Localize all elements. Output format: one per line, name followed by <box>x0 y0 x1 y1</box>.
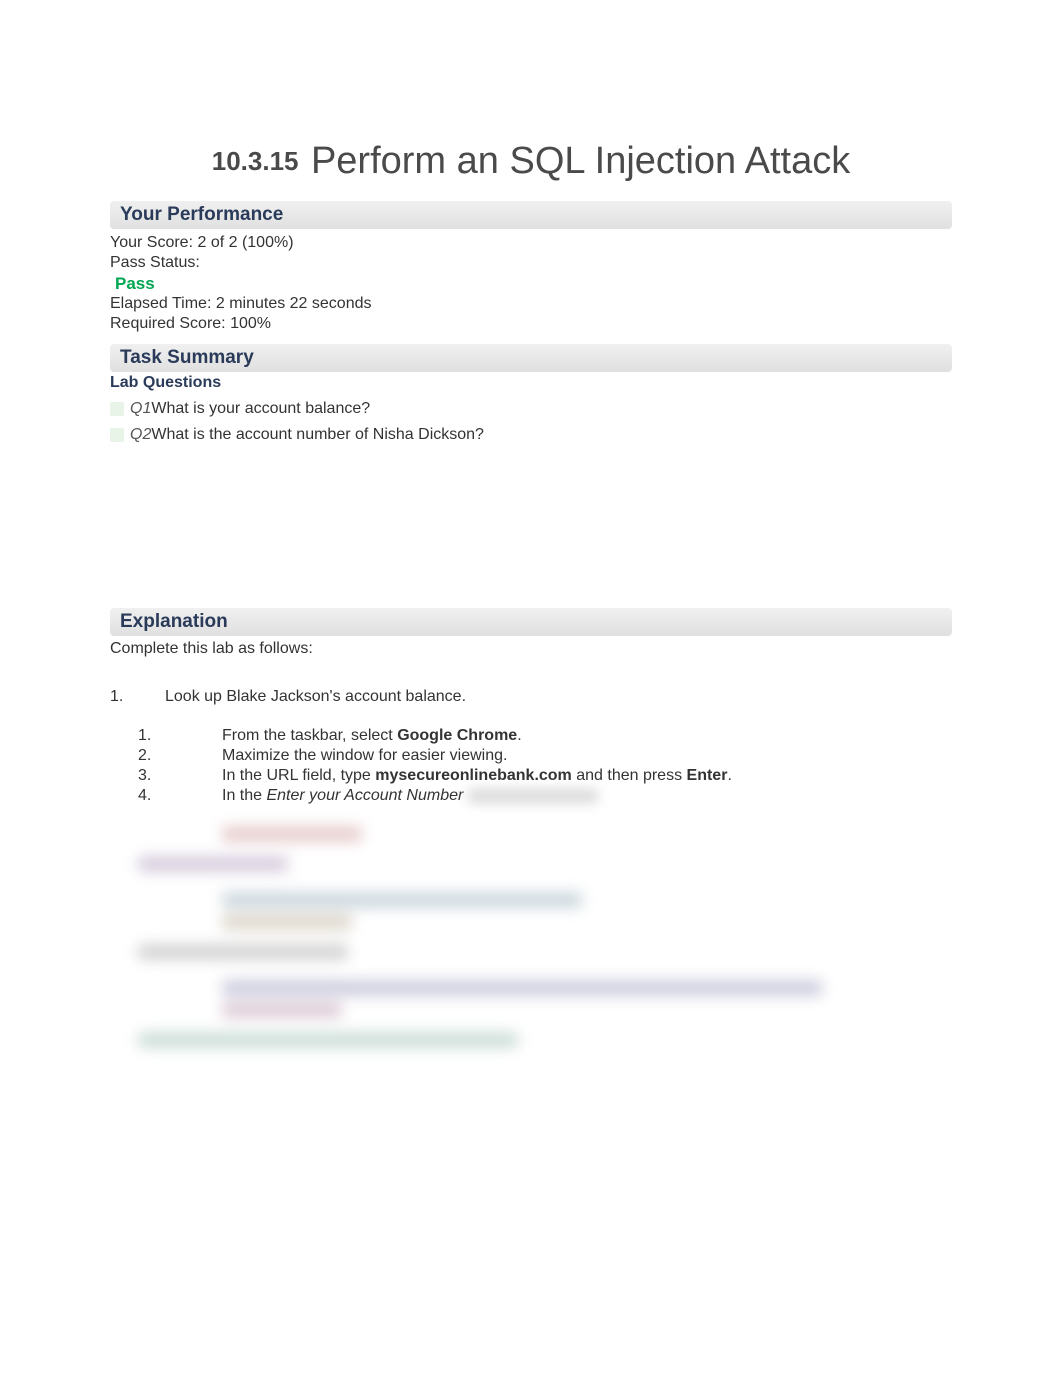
title-text: Perform an SQL Injection Attack <box>311 140 850 182</box>
score-value: 2 of 2 (100%) <box>197 234 293 251</box>
sub-steps-list: 1. From the taskbar, select Google Chrom… <box>110 726 952 806</box>
elapsed-value: 2 minutes 22 seconds <box>216 295 372 312</box>
question-text: What is the account number of Nisha Dick… <box>151 426 484 444</box>
sub-step-number: 3. <box>138 766 222 786</box>
main-step-text: Look up Blake Jackson's account balance. <box>165 688 466 706</box>
sub-step-text: From the taskbar, select Google Chrome. <box>222 726 522 746</box>
question-id: Q1 <box>130 400 151 418</box>
performance-block: Your Score: 2 of 2 (100%) Pass Status: P… <box>110 231 952 344</box>
title-number: 10.3.15 <box>212 146 299 176</box>
sub-step-number: 2. <box>138 746 222 766</box>
explanation-header: Explanation <box>110 608 952 636</box>
task-summary-header: Task Summary <box>110 344 952 372</box>
required-label: Required Score: <box>110 315 226 332</box>
elapsed-label: Elapsed Time: <box>110 295 211 312</box>
sub-step-text: In the URL field, type mysecureonlineban… <box>222 766 732 786</box>
explanation-intro: Complete this lab as follows: <box>110 640 952 658</box>
status-marker-icon <box>110 402 124 416</box>
sub-step-text: In the Enter your Account Number <box>222 786 598 806</box>
main-steps-list: 1. Look up Blake Jackson's account balan… <box>110 688 952 806</box>
lab-questions-header: Lab Questions <box>110 374 952 392</box>
required-row: Required Score: 100% <box>110 314 952 334</box>
sub-step: 2. Maximize the window for easier viewin… <box>138 746 952 766</box>
sub-step-text: Maximize the window for easier viewing. <box>222 746 507 766</box>
main-step-number: 1. <box>110 688 165 706</box>
main-step: 1. Look up Blake Jackson's account balan… <box>110 688 952 806</box>
question-row: Q2 What is the account number of Nisha D… <box>110 422 952 448</box>
obscured-content <box>110 826 952 1048</box>
question-row: Q1 What is your account balance? <box>110 396 952 422</box>
score-label: Your Score: <box>110 234 193 251</box>
score-row: Your Score: 2 of 2 (100%) <box>110 233 952 253</box>
sub-step: 1. From the taskbar, select Google Chrom… <box>138 726 952 746</box>
required-value: 100% <box>230 315 271 332</box>
obscured-text <box>468 789 598 803</box>
status-marker-icon <box>110 428 124 442</box>
sub-step: 4. In the Enter your Account Number <box>138 786 952 806</box>
sub-step-number: 4. <box>138 786 222 806</box>
pass-status: Pass <box>110 273 952 294</box>
sub-step-number: 1. <box>138 726 222 746</box>
page-title: 10.3.15 Perform an SQL Injection Attack <box>110 140 952 183</box>
question-text: What is your account balance? <box>151 400 370 418</box>
question-id: Q2 <box>130 426 151 444</box>
sub-step: 3. In the URL field, type mysecureonline… <box>138 766 952 786</box>
pass-label-row: Pass Status: <box>110 253 952 273</box>
elapsed-row: Elapsed Time: 2 minutes 22 seconds <box>110 294 952 314</box>
performance-header: Your Performance <box>110 201 952 229</box>
